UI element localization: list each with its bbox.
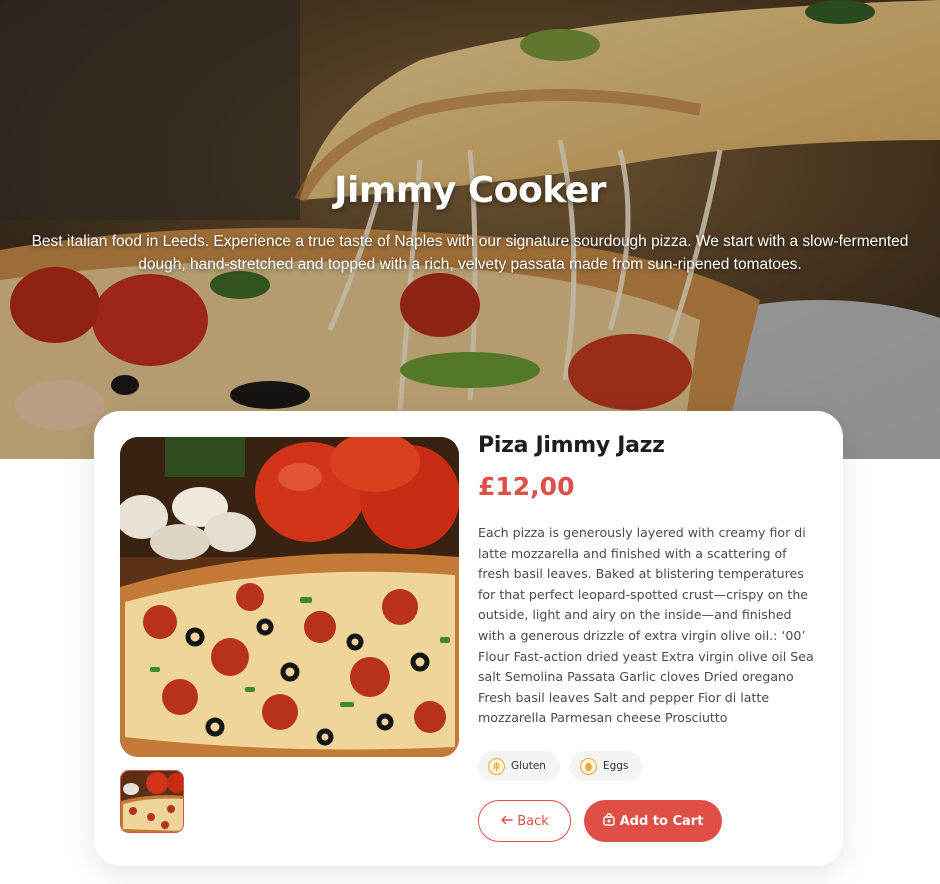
restaurant-description: Best italian food in Leeds. Experience a… [0, 230, 940, 276]
product-price: £12,00 [478, 472, 575, 501]
product-info: Piza Jimmy Jazz £12,00 Each pizza is gen… [478, 433, 818, 729]
pizza-thumbnail-photo [121, 771, 183, 832]
hero-banner: Jimmy Cooker Best italian food in Leeds.… [0, 0, 940, 459]
product-description: Each pizza is generously layered with cr… [478, 525, 814, 726]
allergen-label: Eggs [602, 760, 629, 772]
product-thumbnail[interactable] [120, 770, 184, 833]
allergen-tag-eggs: Eggs [569, 751, 643, 781]
back-button-label: Back [517, 813, 549, 829]
add-to-cart-label: Add to Cart [619, 813, 704, 829]
add-to-cart-button[interactable]: Add to Cart [584, 800, 722, 842]
restaurant-description-line-1: Best italian food in Leeds. Experience a… [31, 233, 909, 250]
egg-icon [579, 757, 597, 775]
arrow-left-icon [500, 814, 513, 829]
product-actions: Back Add to Cart [478, 800, 722, 842]
allergen-label: Gluten [511, 760, 546, 772]
restaurant-description-line-2: dough, hand-stretched and topped with a … [138, 256, 802, 273]
product-main-image [120, 437, 459, 757]
back-button[interactable]: Back [478, 800, 571, 842]
wheat-icon [488, 757, 505, 775]
product-card: Piza Jimmy Jazz £12,00 Each pizza is gen… [94, 411, 843, 866]
restaurant-title: Jimmy Cooker [334, 170, 606, 211]
allergen-tags: Gluten Eggs [478, 751, 643, 781]
product-name: Piza Jimmy Jazz [478, 433, 665, 458]
shopping-bag-icon [602, 812, 615, 830]
pizza-photo [120, 437, 459, 757]
allergen-tag-gluten: Gluten [478, 751, 560, 781]
